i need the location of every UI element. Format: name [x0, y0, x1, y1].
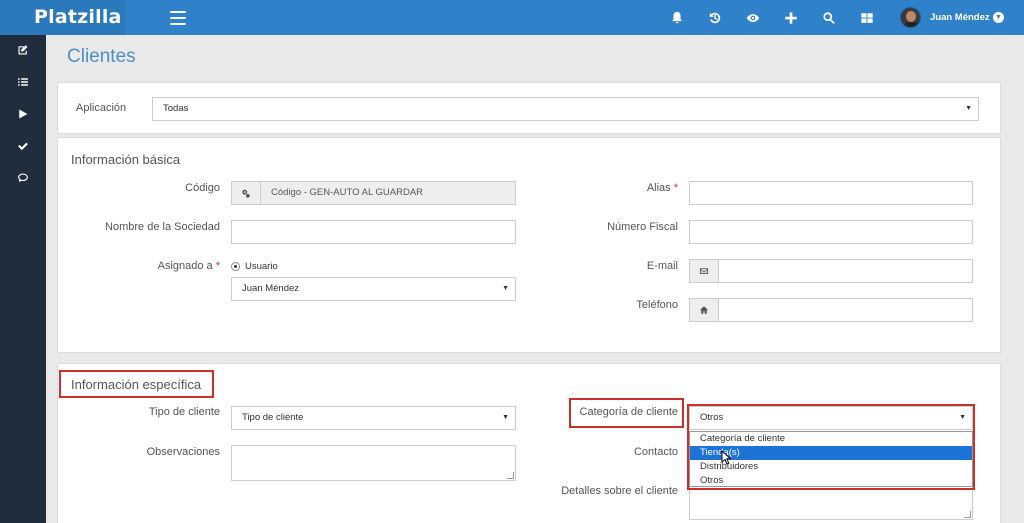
highlight-box-categoria-label — [569, 398, 684, 428]
fiscal-field[interactable] — [689, 220, 973, 244]
contacto-label: Contacto — [633, 446, 678, 458]
grid-icon[interactable] — [858, 9, 876, 27]
hamburger-menu-icon[interactable] — [170, 11, 186, 25]
play-icon[interactable] — [0, 99, 46, 129]
chevron-down-icon: ▼ — [502, 414, 509, 421]
code-addon — [231, 181, 261, 205]
sociedad-label: Nombre de la Sociedad — [105, 221, 220, 233]
application-select-value: Todas — [163, 103, 189, 114]
application-select[interactable]: Todas ▼ — [152, 97, 979, 121]
chat-icon[interactable] — [0, 163, 46, 193]
chevron-down-icon[interactable]: ▼ — [993, 12, 1004, 23]
telefono-label: Teléfono — [636, 299, 678, 311]
edit-icon[interactable] — [0, 35, 46, 65]
tipo-select[interactable]: Tipo de cliente ▼ — [231, 406, 516, 430]
check-icon[interactable] — [0, 131, 46, 161]
alias-field[interactable] — [689, 181, 973, 205]
asignado-select[interactable]: Juan Méndez ▼ — [231, 277, 516, 301]
tipo-label: Tipo de cliente — [148, 406, 220, 418]
email-field[interactable] — [718, 259, 973, 283]
mouse-cursor-icon — [721, 450, 731, 465]
observaciones-label: Observaciones — [146, 446, 220, 458]
email-label: E-mail — [646, 260, 678, 272]
history-icon[interactable] — [706, 9, 724, 27]
chevron-down-icon: ▼ — [502, 285, 509, 292]
fiscal-label: Número Fiscal — [607, 221, 678, 233]
user-name[interactable]: Juan Méndez — [930, 0, 990, 35]
telefono-field[interactable] — [718, 298, 973, 322]
page-title: Clientes — [67, 46, 136, 67]
email-addon — [689, 259, 719, 283]
home-icon — [699, 306, 709, 314]
sidebar — [0, 35, 46, 523]
usuario-radio-label: Usuario — [245, 261, 278, 272]
detalles-label: Detalles sobre el cliente — [561, 485, 678, 497]
asignado-select-value: Juan Méndez — [242, 283, 300, 294]
asignado-label: Asignado a * — [157, 260, 220, 272]
codigo-field: Código - GEN-AUTO AL GUARDAR — [260, 181, 516, 205]
phone-addon — [689, 298, 719, 322]
highlight-box-categoria-dropdown — [687, 404, 975, 490]
cogs-icon — [242, 189, 250, 198]
tipo-select-value: Tipo de cliente — [242, 412, 304, 423]
top-navbar: Platzilla Juan Méndez ▼ — [0, 0, 1024, 35]
search-icon[interactable] — [820, 9, 838, 27]
basic-info-title: Información básica — [71, 152, 181, 167]
highlight-box-specific-title — [59, 370, 214, 398]
observaciones-textarea[interactable] — [231, 445, 516, 481]
bell-icon[interactable] — [668, 9, 686, 27]
avatar[interactable] — [900, 7, 921, 28]
alias-label: Alias * — [646, 182, 678, 194]
codigo-label: Código — [185, 182, 220, 194]
envelope-icon — [699, 268, 709, 274]
eye-icon[interactable] — [744, 9, 762, 27]
usuario-radio[interactable] — [231, 262, 240, 271]
plus-icon[interactable] — [782, 9, 800, 27]
brand-logo[interactable]: Platzilla — [0, 0, 126, 35]
chevron-down-icon: ▼ — [965, 105, 972, 112]
list-icon[interactable] — [0, 67, 46, 97]
sociedad-field[interactable] — [231, 220, 516, 244]
application-label: Aplicación — [76, 102, 127, 114]
